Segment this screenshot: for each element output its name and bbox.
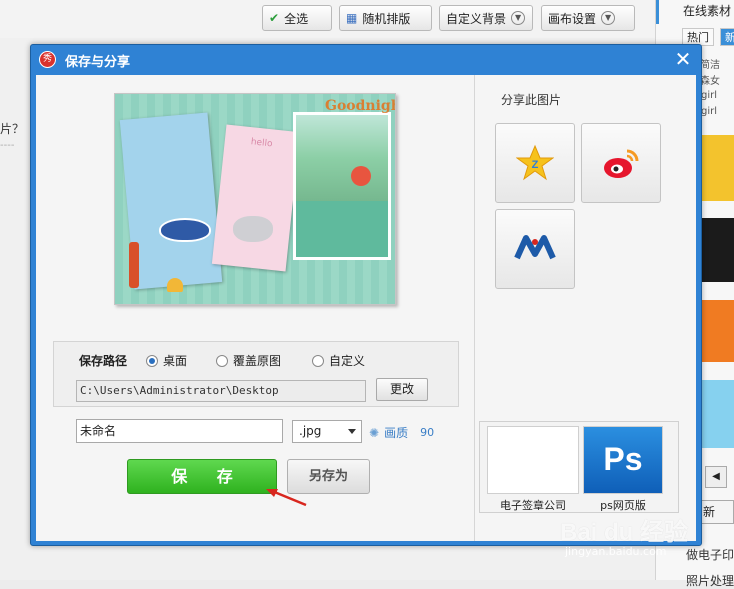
material-label: girl	[701, 90, 718, 101]
divider	[474, 75, 475, 541]
photoshop-icon: Ps	[583, 426, 663, 494]
material-thumbnail[interactable]	[700, 300, 734, 362]
file-extension-value: .jpg	[299, 424, 322, 438]
custom-background-label: 自定义背景	[446, 11, 507, 26]
save-path-label: 保存路径	[79, 354, 128, 368]
red-arrow-annotation-icon	[266, 489, 307, 507]
select-all-button[interactable]: ✔ 全选	[262, 5, 332, 31]
dialog-title: 保存与分享	[65, 55, 131, 70]
watermark-url: jingyan.baidu.com	[565, 545, 667, 558]
canvas-settings-label: 画布设置	[548, 11, 597, 26]
svg-text:Z: Z	[532, 159, 539, 171]
radio-selected-icon	[146, 354, 158, 367]
save-share-dialog: 秀 保存与分享 ✕ hello Goodnight 保存路径 桌面	[30, 44, 702, 546]
radio-overwrite-label: 覆盖原图	[233, 354, 282, 368]
bottom-link[interactable]: 做电子印	[686, 546, 734, 563]
file-extension-select[interactable]: .jpg	[292, 420, 362, 443]
app-logo-icon: 秀	[39, 51, 56, 68]
ad-label: ps网页版	[600, 499, 646, 512]
material-thumbnail[interactable]	[700, 218, 734, 282]
radio-unselected-icon	[312, 354, 324, 367]
material-label: 森女	[700, 76, 720, 87]
share-title: 分享此图片	[501, 93, 562, 107]
bottom-link[interactable]: 照片处理	[686, 572, 734, 589]
custom-background-button[interactable]: 自定义背景 ▼	[439, 5, 533, 31]
new-button[interactable]: 新	[700, 500, 734, 524]
save-path-group: 保存路径 桌面 覆盖原图 自定义 C:\Users\Administrator\…	[53, 341, 459, 407]
toolbar: ✔ 全选 ▦ 随机排版 自定义背景 ▼ 画布设置 ▼	[0, 0, 655, 38]
ad-item[interactable]: Ps ps网页版	[583, 426, 663, 512]
ad-label: 电子签章公司	[500, 499, 566, 512]
quality-value: 90	[420, 426, 435, 439]
radio-desktop[interactable]: 桌面	[146, 352, 187, 369]
chevron-down-icon: ▼	[511, 11, 526, 25]
change-path-button[interactable]: 更改	[376, 378, 428, 401]
preview-photo-card: hello	[211, 124, 301, 272]
background-dash: ----	[0, 140, 15, 151]
dialog-body: hello Goodnight 保存路径 桌面 覆盖原图	[36, 75, 696, 541]
material-label: 简洁	[700, 60, 720, 71]
share-weibo-button[interactable]	[581, 123, 661, 203]
gear-icon: ✺	[369, 425, 380, 440]
person-sticker	[129, 242, 139, 288]
preview-photo-card	[293, 112, 391, 260]
radio-unselected-icon	[216, 354, 228, 367]
canvas-settings-button[interactable]: 画布设置 ▼	[541, 5, 635, 31]
elephant-sticker	[233, 216, 273, 242]
share-renren-button[interactable]	[495, 209, 575, 289]
quality-label: 画质	[384, 426, 409, 440]
material-thumbnail[interactable]	[700, 135, 734, 201]
save-path-field[interactable]: C:\Users\Administrator\Desktop	[76, 380, 366, 402]
material-label: girl	[701, 106, 718, 117]
qzone-icon: Z	[516, 144, 554, 181]
preview-hello-text: hello	[250, 137, 273, 150]
chevron-down-icon: ▼	[601, 11, 616, 25]
random-layout-button[interactable]: ▦ 随机排版	[339, 5, 432, 31]
radio-desktop-label: 桌面	[163, 354, 188, 368]
layout-icon: ▦	[346, 11, 358, 25]
ad-thumbnail	[487, 426, 579, 494]
muffin-sticker	[167, 278, 183, 292]
material-thumbnail[interactable]	[700, 380, 734, 448]
recommendation-panel: 电子签章公司 Ps ps网页版	[479, 421, 679, 513]
radio-custom[interactable]: 自定义	[312, 352, 365, 369]
online-material-title: 在线素材	[656, 0, 734, 24]
share-qzone-button[interactable]: Z	[495, 123, 575, 203]
radio-overwrite[interactable]: 覆盖原图	[216, 352, 281, 369]
preview-goodnight-text: Goodnight	[325, 98, 395, 114]
close-icon[interactable]: ✕	[673, 49, 693, 69]
radio-custom-label: 自定义	[329, 354, 366, 368]
select-all-label: 全选	[284, 11, 309, 26]
dialog-titlebar[interactable]: 秀 保存与分享 ✕	[31, 45, 701, 75]
ad-item[interactable]: 电子签章公司	[487, 426, 579, 512]
dropdown-arrow-icon	[348, 429, 356, 434]
image-preview: hello Goodnight	[114, 93, 396, 305]
preview-scene	[296, 115, 388, 201]
baidu-watermark: Bai du 经验	[560, 519, 689, 546]
tab-new[interactable]: 新	[720, 28, 734, 46]
file-name-input[interactable]: 未命名	[76, 419, 283, 443]
quality-setting[interactable]: ✺ 画质 90	[369, 424, 434, 441]
whale-sticker	[159, 218, 211, 242]
random-layout-label: 随机排版	[362, 11, 411, 26]
weibo-icon	[604, 149, 639, 178]
renren-icon	[514, 235, 556, 260]
background-text: 片？	[0, 122, 25, 136]
fox-sticker	[351, 166, 371, 186]
checkmark-icon: ✔	[269, 11, 280, 25]
save-button[interactable]: 保 存	[127, 459, 277, 494]
scroll-left-button[interactable]: ◀	[705, 466, 727, 488]
